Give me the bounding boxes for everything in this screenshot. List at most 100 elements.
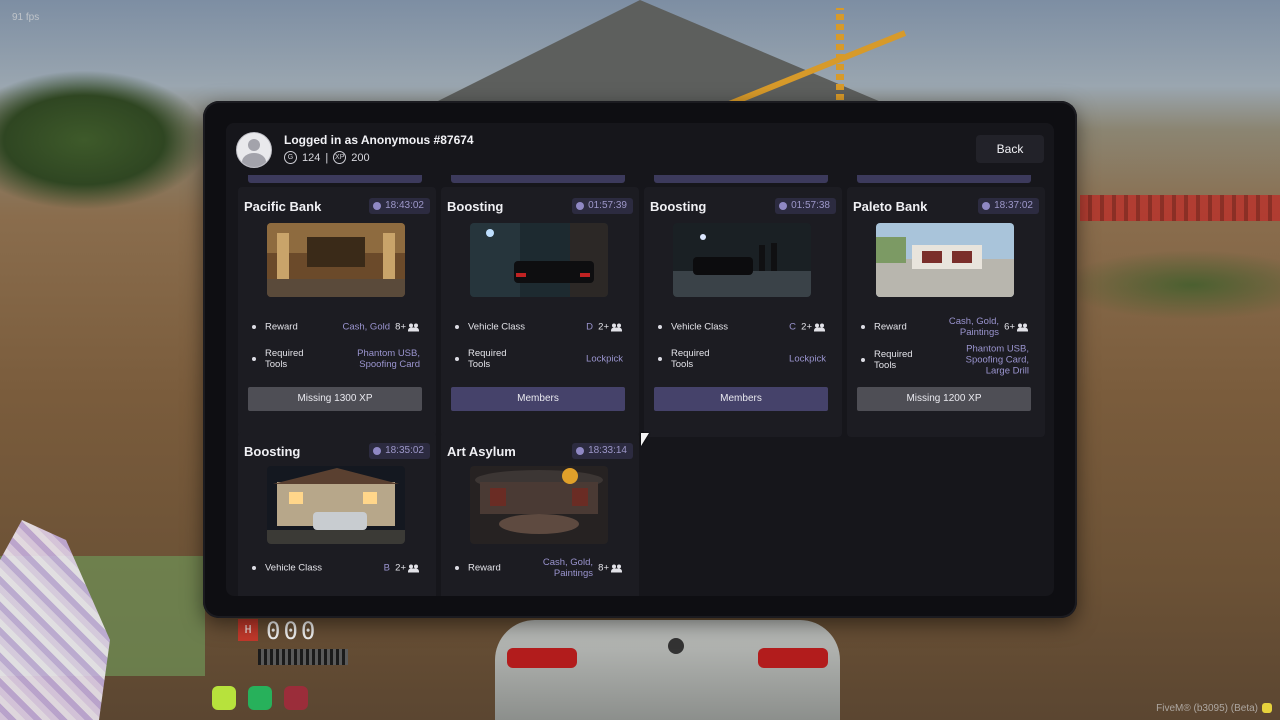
armor-icon [284, 686, 308, 710]
coin-count: 124 [302, 151, 321, 164]
bullet-icon [252, 325, 256, 329]
members-count: 2+ [801, 322, 826, 333]
xp-icon: XP [333, 151, 347, 164]
tools-row: Required Tools Phantom USB, Spoofing Car… [857, 343, 1033, 377]
members-count: 8+ [598, 563, 623, 574]
background-bushes [1060, 250, 1280, 320]
row-value: Lockpick [586, 353, 623, 365]
background-fence [1080, 195, 1280, 221]
bullet-icon [658, 325, 662, 329]
coin-icon: G [284, 151, 297, 164]
card-timer: 18:43:02 [369, 198, 430, 214]
tools-row: Required Tools Lockpick [451, 345, 627, 373]
row-label: Reward [468, 562, 501, 574]
heist-card: Pacific Bank 18:43:02 Reward Cash, Gold … [238, 187, 436, 437]
vehicle-class-row: Vehicle Class C 2+ [654, 313, 830, 341]
row-label: Vehicle Class [468, 321, 526, 333]
hunger-icon [212, 686, 236, 710]
timer-text: 01:57:39 [588, 200, 627, 211]
card-thumbnail [267, 466, 405, 544]
row-label: Required Tools [671, 348, 710, 370]
crystal-effect [0, 520, 110, 720]
gear-indicator: H [238, 619, 258, 641]
background-trees [0, 70, 210, 210]
row-label: Required Tools [265, 348, 304, 370]
row-label: Required Tools [468, 348, 507, 370]
row-label: Reward [874, 321, 907, 333]
background-mountain [420, 0, 900, 110]
clock-icon [779, 202, 788, 210]
heist-card: Paleto Bank 18:37:02 Reward Cash, Gold, … [847, 187, 1045, 437]
timer-text: 18:37:02 [994, 200, 1033, 211]
clock-icon [373, 447, 382, 455]
card-title: Boosting [447, 199, 504, 214]
health-icon [248, 686, 272, 710]
card-timer: 18:35:02 [369, 443, 430, 459]
player-car [495, 620, 840, 720]
card-title: Paleto Bank [853, 199, 928, 214]
row-label: Reward [265, 321, 298, 333]
tools-row: Required Tools Lockpick [654, 345, 830, 373]
members-count: 6+ [1004, 322, 1029, 333]
people-icon [408, 564, 420, 572]
card-title: Art Asylum [447, 444, 516, 459]
back-button[interactable]: Back [976, 135, 1044, 163]
card-timer: 18:37:02 [978, 198, 1039, 214]
row-label: Vehicle Class [265, 562, 323, 574]
avatar [236, 132, 272, 168]
user-stats: G 124 | XP 200 [284, 151, 370, 164]
people-icon [408, 323, 420, 331]
timer-text: 01:57:38 [791, 200, 830, 211]
clock-icon [576, 447, 585, 455]
missing-xp-button[interactable]: Missing 1300 XP [248, 387, 422, 411]
user-title: Logged in as Anonymous #87674 [284, 133, 474, 147]
card-thumbnail [267, 223, 405, 297]
rpm-bars [258, 649, 348, 665]
card-timer: 18:33:14 [572, 443, 633, 459]
fps-counter: 91 fps [12, 12, 40, 23]
clock-icon [982, 202, 991, 210]
avatar-body-icon [242, 153, 266, 167]
tools-row: Required Tools Phantom USB, Spoofing Car… [248, 345, 424, 373]
row-value: Phantom USB, Spoofing Card [357, 348, 420, 370]
car-logo [668, 638, 684, 654]
speed-digits: 000 [266, 617, 319, 645]
bullet-icon [861, 325, 865, 329]
people-icon [611, 564, 623, 572]
reward-row: Reward Cash, Gold, Paintings 8+ [451, 552, 627, 584]
clock-icon [576, 202, 585, 210]
bullet-icon [252, 566, 256, 570]
people-icon [1017, 323, 1029, 331]
car-taillight-right [758, 648, 828, 668]
members-button[interactable]: Members [654, 387, 828, 411]
row-value: Lockpick [789, 353, 826, 365]
card-title: Pacific Bank [244, 199, 322, 214]
vehicle-class-row: Vehicle Class D 2+ [451, 313, 627, 341]
row-label: Required Tools [874, 349, 913, 371]
bullet-icon [455, 357, 459, 361]
row-value: Cash, Gold, Paintings [542, 557, 593, 579]
missing-xp-button[interactable]: Missing 1200 XP [857, 387, 1031, 411]
row-value: Cash, Gold [342, 321, 390, 333]
fivem-logo-icon [1262, 703, 1272, 713]
bullet-icon [455, 566, 459, 570]
timer-text: 18:35:02 [385, 445, 424, 456]
card-thumbnail [673, 223, 811, 297]
bullet-icon [861, 358, 865, 362]
hud-status-icons [212, 686, 308, 710]
timer-text: 18:43:02 [385, 200, 424, 211]
card-timer: 01:57:39 [572, 198, 633, 214]
card-thumbnail [470, 466, 608, 544]
vehicle-class-row: Vehicle Class B 2+ [248, 554, 424, 582]
row-label: Vehicle Class [671, 321, 729, 333]
xp-count: 200 [351, 151, 370, 164]
row-value: C [789, 321, 796, 333]
speedometer: H 000 [238, 617, 348, 669]
people-icon [611, 323, 623, 331]
members-button[interactable]: Members [451, 387, 625, 411]
clock-icon [373, 202, 382, 210]
heist-card: Boosting 01:57:38 Vehicle Class C 2+ Req… [644, 187, 842, 437]
card-thumbnail [876, 223, 1014, 297]
timer-text: 18:33:14 [588, 445, 627, 456]
reward-row: Reward Cash, Gold 8+ [248, 313, 424, 341]
